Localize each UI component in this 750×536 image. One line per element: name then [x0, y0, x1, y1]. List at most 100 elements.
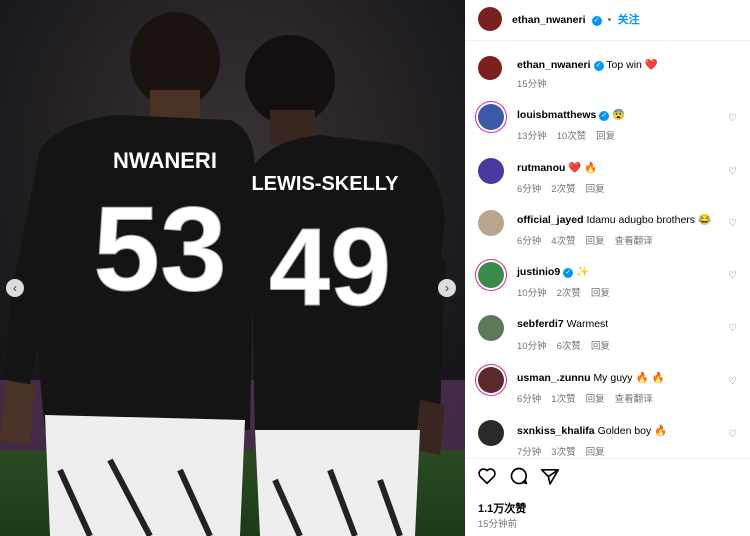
comment-item: justinio9 ✓ ✨ — [517, 265, 589, 278]
reply-button[interactable]: 回复 — [586, 447, 605, 458]
translate-link[interactable]: 查看翻译 — [615, 394, 653, 405]
comment-item: sxnkiss_khalifa Golden boy 🔥 — [517, 424, 667, 437]
comment-likes[interactable]: 2次赞 — [557, 288, 581, 299]
comment-meta: 7分钟 3次赞 回复 — [517, 444, 615, 458]
right-jersey-name: LEWIS-SKELLY — [251, 173, 399, 195]
comment-meta: 10分钟 2次赞 回复 — [517, 285, 620, 299]
comment-username[interactable]: justinio9 — [517, 266, 560, 278]
caption-time: 15分钟 — [517, 79, 547, 90]
header-separator: • — [607, 14, 612, 26]
header-divider — [465, 40, 750, 41]
post-time-text: 15分钟前 — [478, 519, 518, 530]
follow-button[interactable]: 关注 — [618, 14, 640, 26]
caption-username[interactable]: ethan_nwaneri — [517, 59, 591, 71]
header-username[interactable]: ethan_nwaneri — [512, 14, 586, 26]
heart-icon[interactable]: ♡ — [728, 113, 737, 124]
header-avatar[interactable] — [478, 7, 502, 31]
reply-button[interactable]: 回复 — [586, 236, 605, 247]
comment-username[interactable]: rutmanou — [517, 162, 565, 174]
comment-text: Golden boy — [597, 425, 652, 437]
comment-icon[interactable] — [509, 466, 529, 486]
right-jersey-number: 49 — [269, 206, 391, 329]
reply-button[interactable]: 回复 — [591, 288, 610, 299]
reply-button[interactable]: 回复 — [586, 184, 605, 195]
verified-icon: ✓ — [599, 111, 610, 121]
heart-icon[interactable]: ♡ — [728, 270, 737, 281]
comment-meta: 6分钟 4次赞 回复 查看翻译 — [517, 233, 663, 247]
comment-time: 10分钟 — [517, 341, 547, 352]
heart-icon[interactable]: ♡ — [728, 429, 737, 440]
comment-likes[interactable]: 10次赞 — [557, 131, 587, 142]
post-image: NWANERI 53 LEWIS-SKELLY 49 — [0, 0, 465, 536]
verified-icon: ✓ — [593, 61, 604, 71]
comment-avatar[interactable] — [478, 315, 504, 341]
footer-divider — [465, 458, 750, 459]
verified-icon: ✓ — [591, 16, 602, 26]
caption-text: Top win — [606, 59, 642, 71]
caption-emoji: ❤️ — [644, 59, 658, 71]
comment-emoji: 🔥 — [654, 425, 668, 437]
heart-icon[interactable]: ♡ — [728, 166, 737, 177]
comment-emoji: 😂 — [697, 214, 712, 226]
post-time: 15分钟前 — [478, 516, 527, 530]
heart-icon[interactable]: ♡ — [728, 376, 737, 387]
comment-emoji: 😨 — [612, 109, 626, 121]
comment-avatar[interactable] — [478, 262, 504, 288]
comment-username[interactable]: sxnkiss_khalifa — [517, 425, 595, 437]
comment-time: 6分钟 — [517, 236, 542, 247]
comment-text: My guyy — [593, 372, 633, 384]
comment-avatar[interactable] — [478, 367, 504, 393]
comment-item: usman_.zunnu My guyy 🔥 🔥 — [517, 371, 665, 384]
share-icon[interactable] — [540, 467, 560, 486]
comment-likes[interactable]: 1次赞 — [551, 394, 575, 405]
comment-time: 6分钟 — [517, 184, 542, 195]
comment-likes[interactable]: 2次赞 — [551, 184, 575, 195]
comment-item: sebferdi7 Warmest — [517, 318, 608, 330]
comment-likes[interactable]: 4次赞 — [551, 236, 575, 247]
comment-time: 6分钟 — [517, 394, 542, 405]
post-photo: NWANERI 53 LEWIS-SKELLY 49 ‹ › — [0, 0, 465, 536]
heart-icon[interactable]: ♡ — [728, 218, 737, 229]
comment-emoji: ❤️ 🔥 — [568, 162, 598, 174]
like-count[interactable]: 1.1万次赞 — [478, 500, 526, 516]
comment-username[interactable]: sebferdi7 — [517, 318, 564, 330]
comment-meta: 13分钟 10次赞 回复 — [517, 128, 625, 142]
comment-avatar[interactable] — [478, 420, 504, 446]
translate-link[interactable]: 查看翻译 — [615, 236, 653, 247]
comment-username[interactable]: official_jayed — [517, 214, 584, 226]
comment-username[interactable]: louisbmatthews — [517, 109, 596, 121]
heart-icon[interactable] — [477, 467, 497, 485]
comment-text: Warmest — [566, 318, 609, 330]
post-header: ethan_nwaneri ✓ • 关注 — [512, 11, 640, 27]
caption: ethan_nwaneri ✓ Top win ❤️ — [517, 58, 658, 71]
comment-meta: 10分钟 6次赞 回复 — [517, 338, 620, 352]
heart-icon[interactable]: ♡ — [728, 323, 737, 334]
comment-time: 7分钟 — [517, 447, 542, 458]
caption-avatar[interactable] — [478, 56, 502, 80]
comment-item: louisbmatthews ✓ 😨 — [517, 108, 625, 121]
reply-button[interactable]: 回复 — [586, 394, 605, 405]
left-jersey-name: NWANERI — [113, 148, 217, 173]
comment-likes[interactable]: 3次赞 — [551, 447, 575, 458]
comment-avatar[interactable] — [478, 104, 504, 130]
caption-meta: 15分钟 — [517, 76, 557, 90]
comment-item: rutmanou ❤️ 🔥 — [517, 161, 597, 174]
chevron-left-icon[interactable]: ‹ — [6, 279, 24, 297]
reply-button[interactable]: 回复 — [591, 341, 610, 352]
chevron-right-icon[interactable]: › — [438, 279, 456, 297]
comment-username[interactable]: usman_.zunnu — [517, 372, 591, 384]
comment-time: 13分钟 — [517, 131, 547, 142]
comment-meta: 6分钟 1次赞 回复 查看翻译 — [517, 391, 663, 405]
comment-avatar[interactable] — [478, 158, 504, 184]
comment-text: Idamu adugbo brothers — [586, 214, 696, 226]
comment-meta: 6分钟 2次赞 回复 — [517, 181, 615, 195]
left-jersey-number: 53 — [93, 182, 226, 316]
comment-avatar[interactable] — [478, 210, 504, 236]
comment-emoji: ✨ — [576, 266, 590, 278]
comment-item: official_jayed Idamu adugbo brothers 😂 — [517, 213, 711, 226]
reply-button[interactable]: 回复 — [596, 131, 615, 142]
comment-likes[interactable]: 6次赞 — [557, 341, 581, 352]
comment-emoji: 🔥 🔥 — [635, 372, 665, 384]
verified-icon: ✓ — [563, 268, 574, 278]
comment-time: 10分钟 — [517, 288, 547, 299]
